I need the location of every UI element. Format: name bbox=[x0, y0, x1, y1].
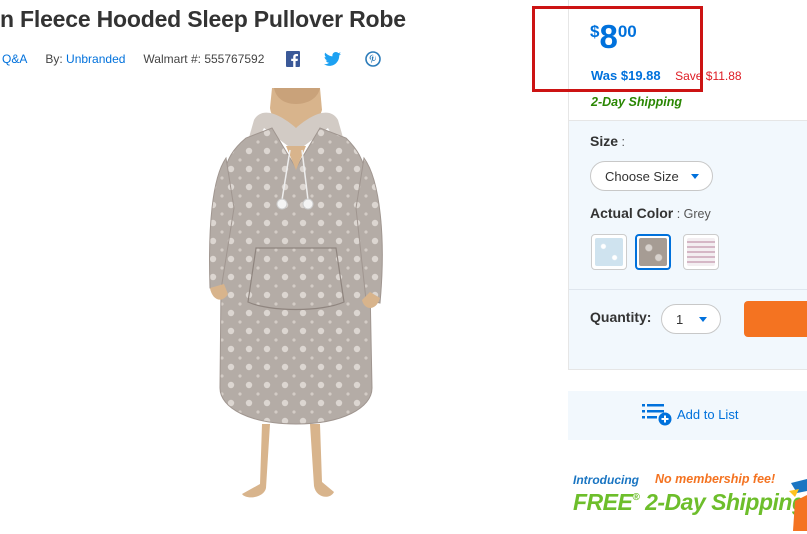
promo-registered: ® bbox=[632, 492, 640, 503]
size-colon: : bbox=[618, 135, 625, 149]
color-colon: : bbox=[673, 207, 684, 221]
promo-free-prefix: FREE bbox=[573, 489, 633, 515]
facebook-icon[interactable] bbox=[286, 51, 301, 67]
size-label: Size : bbox=[590, 133, 625, 149]
product-image[interactable] bbox=[150, 88, 410, 534]
color-swatch-pink-stripe[interactable] bbox=[683, 234, 719, 270]
color-value: Grey bbox=[683, 207, 711, 221]
size-select-value: Choose Size bbox=[605, 168, 679, 184]
quantity-label: Quantity: bbox=[590, 309, 652, 325]
chevron-down-icon bbox=[691, 174, 699, 179]
add-to-list-label: Add to List bbox=[677, 407, 739, 422]
options-divider bbox=[569, 289, 807, 290]
swatch-fill bbox=[595, 238, 623, 266]
add-to-list-icon bbox=[642, 404, 672, 426]
product-options: Size : Choose Size Actual Color : Grey Q… bbox=[568, 120, 807, 370]
walmart-number: Walmart #: 555767592 bbox=[143, 52, 265, 66]
color-label: Actual Color : Grey bbox=[590, 205, 711, 221]
price-highlight-box bbox=[532, 6, 703, 92]
quantity-value: 1 bbox=[676, 311, 684, 327]
by-label: By: bbox=[45, 52, 63, 66]
pinterest-icon[interactable] bbox=[365, 51, 382, 67]
shipping-badge: 2-Day Shipping bbox=[591, 95, 682, 109]
promo-free-shipping: FREE® 2-Day Shipping bbox=[573, 489, 806, 516]
add-to-list-button[interactable]: Add to List bbox=[568, 391, 807, 440]
quantity-select[interactable]: 1 bbox=[661, 304, 721, 334]
robe-model-illustration bbox=[209, 88, 383, 498]
share-icons bbox=[286, 51, 405, 67]
color-swatch-light-blue[interactable] bbox=[591, 234, 627, 270]
swatch-fill bbox=[687, 238, 715, 266]
size-label-text: Size bbox=[590, 133, 619, 149]
size-select[interactable]: Choose Size bbox=[590, 161, 713, 191]
swatch-fill bbox=[639, 238, 667, 266]
add-to-cart-button[interactable] bbox=[744, 301, 807, 337]
product-title: n Fleece Hooded Sleep Pullover Robe bbox=[0, 6, 406, 32]
chevron-down-icon bbox=[699, 317, 707, 322]
bird-mascot-icon bbox=[789, 479, 807, 531]
promo-free-suffix: 2-Day Shipping bbox=[639, 489, 806, 515]
twitter-icon[interactable] bbox=[324, 52, 342, 66]
promo-introducing: Introducing bbox=[573, 473, 639, 487]
qa-link[interactable]: Q&A bbox=[2, 52, 27, 66]
free-shipping-promo[interactable]: Introducing No membership fee! FREE® 2-D… bbox=[568, 465, 807, 534]
color-swatch-grey[interactable] bbox=[635, 234, 671, 270]
brand-link[interactable]: Unbranded bbox=[66, 52, 125, 66]
promo-no-fee: No membership fee! bbox=[655, 472, 776, 486]
color-label-text: Actual Color bbox=[590, 205, 674, 221]
product-meta: Q&A By: Unbranded Walmart #: 555767592 bbox=[2, 51, 405, 67]
brand-info: By: Unbranded bbox=[45, 52, 125, 66]
